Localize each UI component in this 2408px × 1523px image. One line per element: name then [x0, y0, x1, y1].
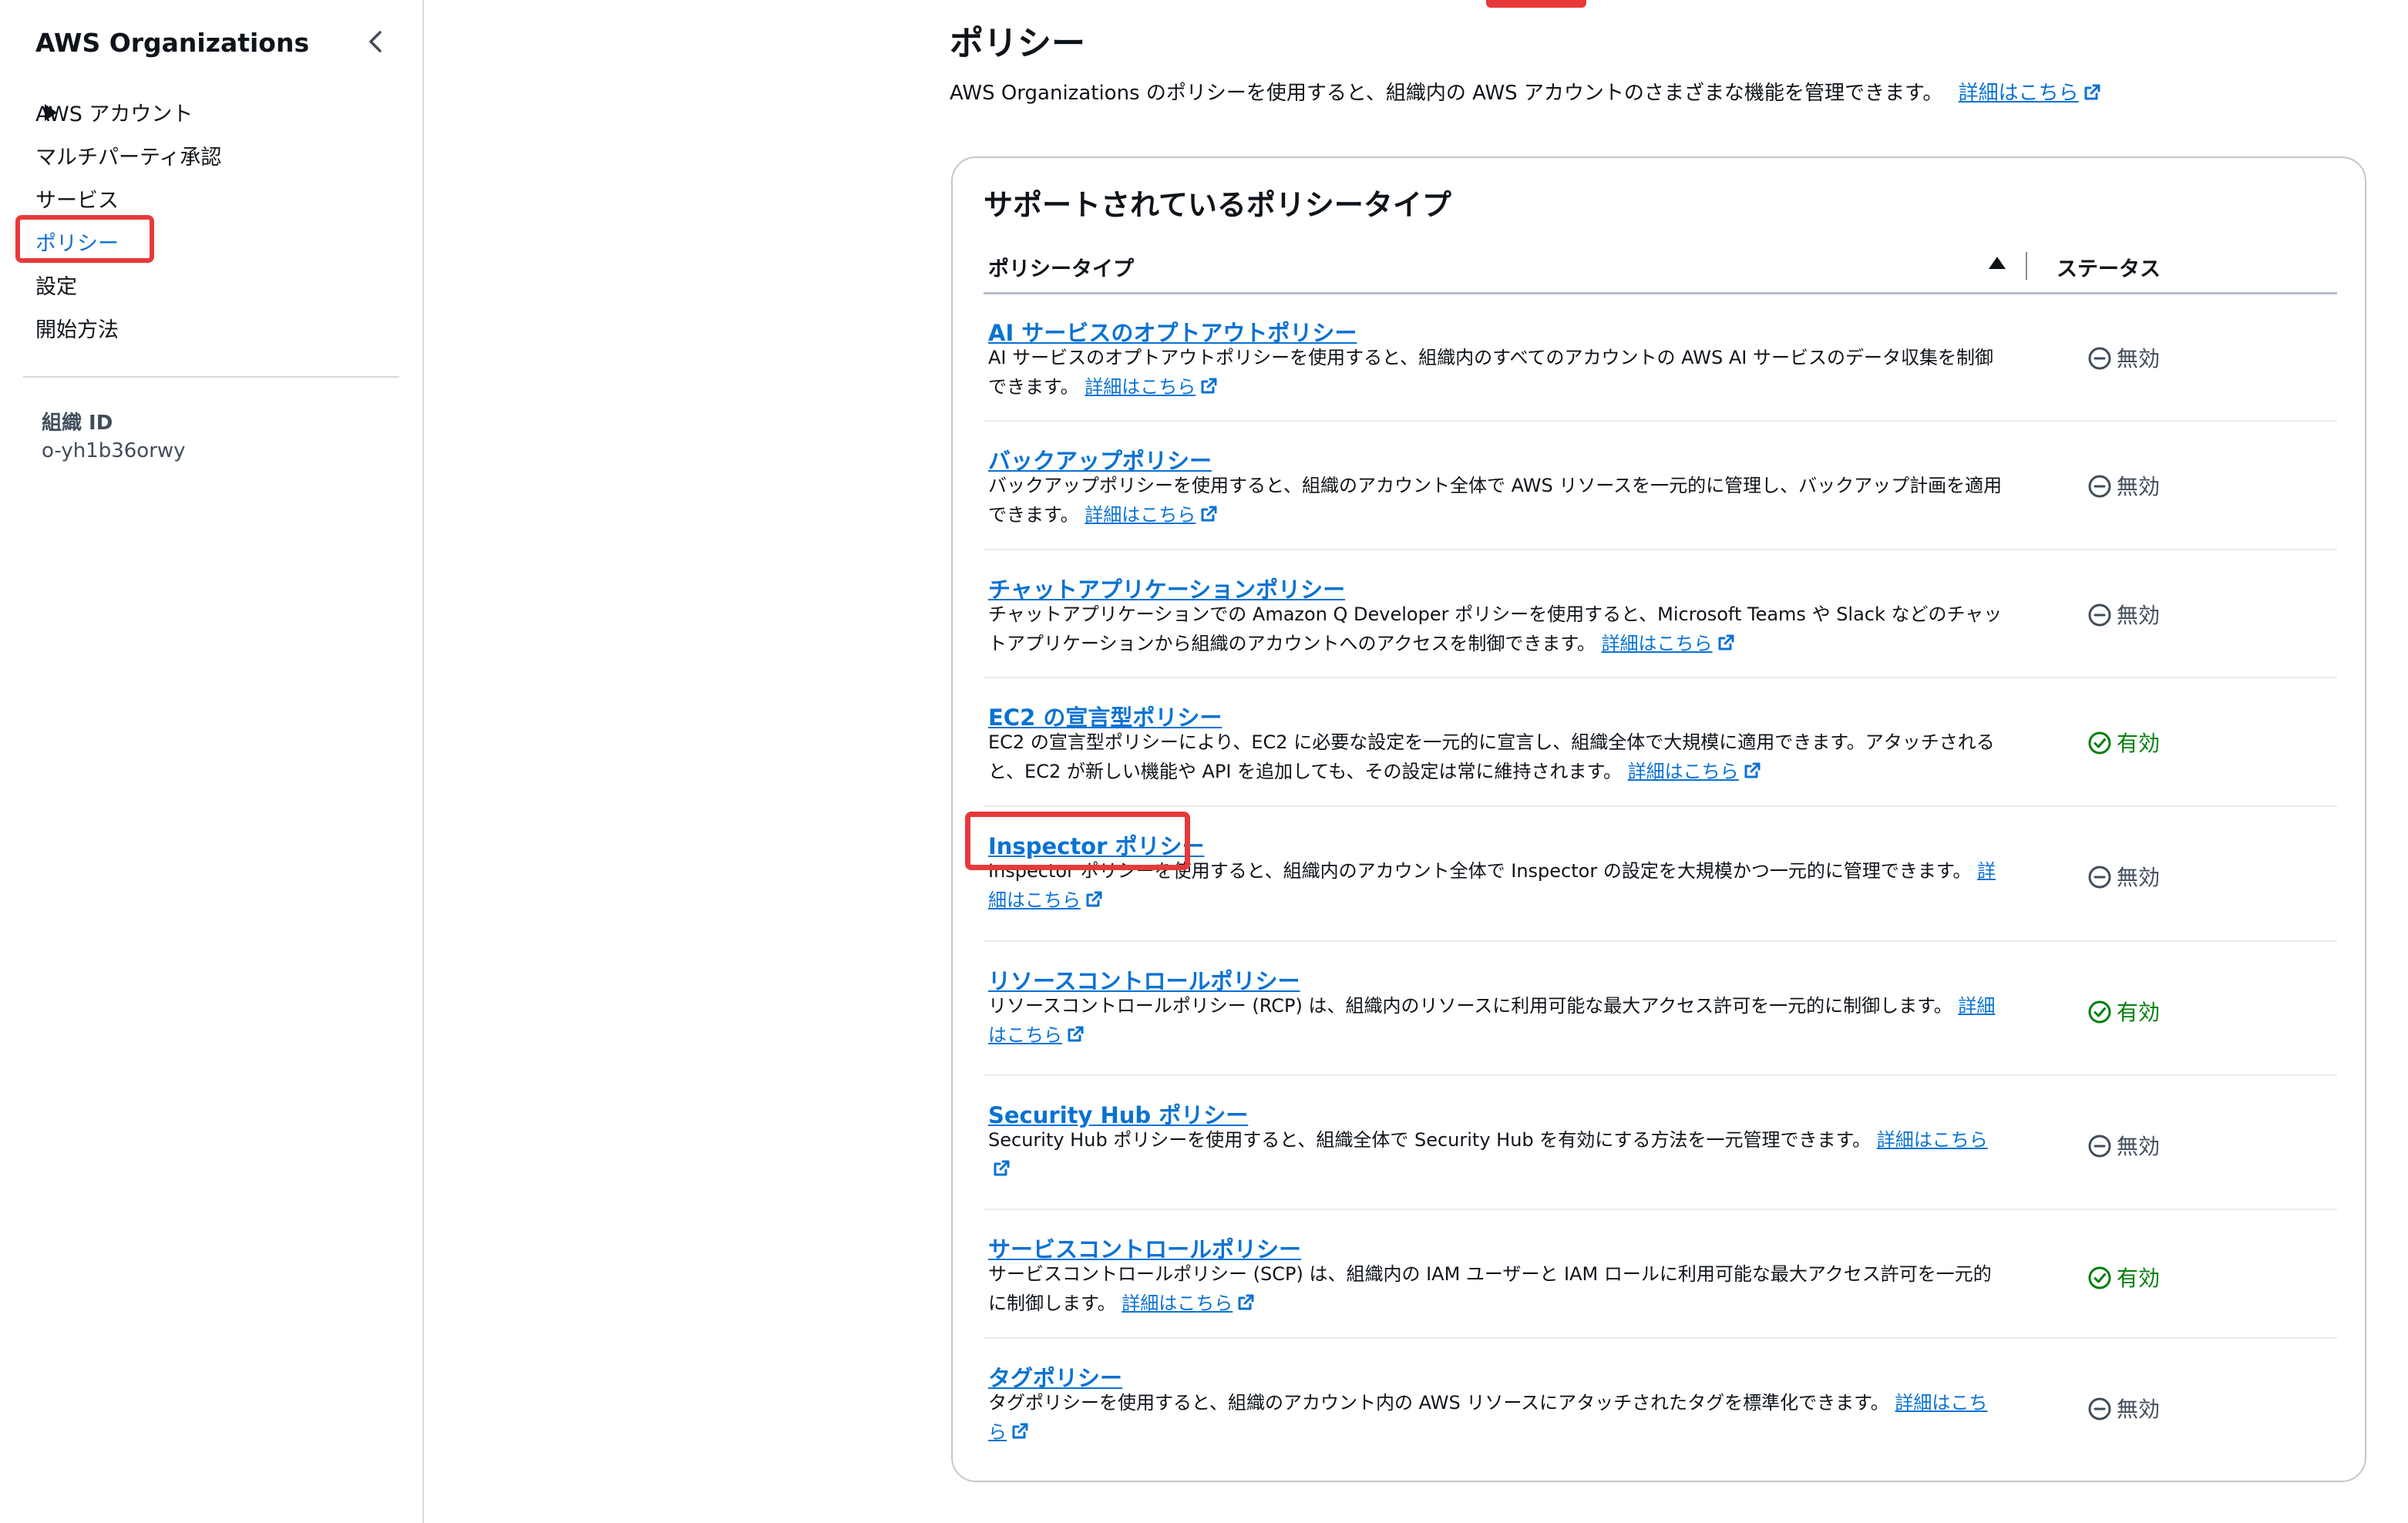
status-text: 無効: [2117, 1134, 2161, 1159]
learn-more-link[interactable]: 詳細はこちら: [1122, 1293, 1256, 1314]
status-indicator: 有効: [2087, 727, 2160, 758]
external-link-icon: [1012, 1423, 1028, 1439]
enabled-status-icon: [2088, 731, 2111, 755]
learn-more-link[interactable]: 詳細はこちら: [1085, 504, 1219, 526]
disabled-status-icon: [2088, 347, 2111, 370]
status-text: 無効: [2117, 346, 2161, 372]
status-indicator: 無効: [2087, 1130, 2160, 1161]
status-indicator: 無効: [2087, 470, 2160, 501]
policy-description: AI サービスのオプトアウトポリシーを使用すると、組織内のすべてのアカウントの …: [988, 343, 2006, 402]
external-link-icon: [1201, 506, 1217, 522]
link-text: 詳細はこちら: [1627, 761, 1739, 782]
external-link-icon: [1238, 1294, 1254, 1310]
learn-more-link[interactable]: 詳細はこちら: [1602, 633, 1736, 654]
disabled-status-icon: [2088, 866, 2111, 889]
column-separator: [2026, 252, 2027, 280]
disabled-status-icon: [2088, 475, 2111, 498]
enabled-status-icon: [2088, 1266, 2111, 1289]
sidebar-item-aws-accounts[interactable]: AWS アカウント: [35, 97, 193, 127]
status-text: 有効: [2117, 731, 2161, 756]
policy-description: バックアップポリシーを使用すると、組織のアカウント全体で AWS リソースを一元…: [988, 471, 2006, 530]
learn-more-link[interactable]: 詳細はこちら: [1959, 82, 2102, 105]
divider: [23, 376, 399, 378]
container-title: サポートされているポリシータイプ: [984, 188, 1451, 222]
sidebar-title[interactable]: AWS Organizations: [35, 28, 309, 58]
link-text: 詳細はこちら: [1122, 1293, 1233, 1314]
table-row: サービスコントロールポリシー サービスコントロールポリシー (SCP) は、組織内…: [984, 1210, 2337, 1339]
description-text: Security Hub ポリシーを使用すると、組織全体で Security H…: [988, 1129, 1872, 1151]
disabled-status-icon: [2088, 603, 2111, 627]
table-row: バックアップポリシー バックアップポリシーを使用すると、組織のアカウント全体で A…: [984, 422, 2337, 550]
description-text: タグポリシーを使用すると、組織のアカウント内の AWS リソースにアタッチされた…: [988, 1392, 1889, 1414]
external-link-icon: [1744, 762, 1761, 778]
policy-description: EC2 の宣言型ポリシーにより、EC2 に必要な設定を一元的に宣言し、組織全体で…: [988, 728, 2006, 786]
status-text: 有効: [2117, 1266, 2161, 1291]
external-link-icon: [1086, 891, 1102, 907]
table-row: Security Hub ポリシー Security Hub ポリシーを使用すると…: [984, 1076, 2337, 1210]
highlight-box: [1486, 0, 1586, 8]
external-link-icon: [994, 1160, 1010, 1176]
policy-description: チャットアプリケーションでの Amazon Q Developer ポリシーを使…: [988, 600, 2006, 658]
caret-right-icon[interactable]: [45, 104, 57, 121]
status-indicator: 無効: [2087, 861, 2160, 892]
description-text: リソースコントロールポリシー (RCP) は、組織内のリソースに利用可能な最大ア…: [988, 995, 1952, 1017]
status-indicator: 無効: [2087, 1393, 2160, 1424]
org-id-label: 組織 ID: [42, 412, 113, 435]
table-row: チャットアプリケーションポリシー チャットアプリケーションでの Amazon Q …: [984, 550, 2337, 678]
learn-more-link[interactable]: 詳細はこちら: [1628, 761, 1762, 782]
org-id-value: o-yh1b36orwy: [42, 439, 186, 462]
link-text: 詳細はこちら: [1601, 633, 1713, 654]
external-link-icon: [1201, 378, 1217, 394]
status-indicator: 無効: [2087, 599, 2160, 630]
link-text: 詳細はこちら: [1085, 504, 1196, 526]
highlight-box: [15, 215, 154, 263]
description-text: AWS Organizations のポリシーを使用すると、組織内の AWS ア…: [950, 82, 1943, 105]
link-text: 詳細はこちら: [1958, 82, 2079, 105]
highlight-box: [965, 812, 1190, 870]
enabled-status-icon: [2088, 1000, 2111, 1024]
external-link-icon: [1718, 634, 1734, 651]
page-title: ポリシー: [950, 24, 1085, 63]
table-row: タグポリシー タグポリシーを使用すると、組織のアカウント内の AWS リソースにア…: [984, 1339, 2337, 1467]
policy-description: Security Hub ポリシーを使用すると、組織全体で Security H…: [988, 1125, 2006, 1184]
external-link-icon: [1068, 1026, 1084, 1042]
status-indicator: 有効: [2087, 996, 2160, 1027]
link-text: 詳細はこちら: [1876, 1129, 1988, 1151]
disabled-status-icon: [2088, 1135, 2111, 1158]
sidebar-item-services[interactable]: サービス: [35, 183, 119, 213]
status-text: 有効: [2117, 1000, 2161, 1025]
sidebar-item-label: AWS アカウント: [35, 103, 193, 126]
policy-description: タグポリシーを使用すると、組織のアカウント内の AWS リソースにアタッチされた…: [988, 1388, 2006, 1447]
description-text: EC2 の宣言型ポリシーにより、EC2 に必要な設定を一元的に宣言し、組織全体で…: [988, 731, 1995, 782]
disabled-status-icon: [2088, 1397, 2111, 1420]
table-row: リソースコントロールポリシー リソースコントロールポリシー (RCP) は、組織内…: [984, 942, 2337, 1076]
link-text: 詳細はこちら: [1085, 376, 1196, 398]
side-navigation: AWS Organizations AWS アカウント マルチパーティ承認 サー…: [0, 0, 424, 1523]
learn-more-link[interactable]: 詳細はこちら: [1085, 376, 1219, 398]
status-text: 無効: [2117, 474, 2161, 499]
policy-description: サービスコントロールポリシー (SCP) は、組織内の IAM ユーザーと IA…: [988, 1259, 2006, 1318]
page-description: AWS Organizations のポリシーを使用すると、組織内の AWS ア…: [950, 77, 2102, 106]
sidebar-item-getting-started[interactable]: 開始方法: [35, 313, 119, 343]
column-header-policy-type[interactable]: ポリシータイプ: [988, 252, 1134, 282]
description-text: チャットアプリケーションでの Amazon Q Developer ポリシーを使…: [988, 603, 2003, 654]
status-indicator: 有効: [2087, 1262, 2160, 1293]
collapse-sidebar-icon[interactable]: [361, 26, 392, 57]
sort-ascending-icon[interactable]: [1989, 257, 2006, 269]
status-text: 無効: [2117, 1397, 2161, 1422]
status-text: 無効: [2117, 865, 2161, 890]
table-row: EC2 の宣言型ポリシー EC2 の宣言型ポリシーにより、EC2 に必要な設定を一…: [984, 678, 2337, 807]
status-text: 無効: [2117, 603, 2161, 628]
external-link-icon: [2084, 84, 2100, 100]
sidebar-item-multiparty-approval[interactable]: マルチパーティ承認: [35, 140, 221, 170]
policy-description: リソースコントロールポリシー (RCP) は、組織内のリソースに利用可能な最大ア…: [988, 991, 2006, 1050]
status-indicator: 無効: [2087, 342, 2160, 373]
sidebar-item-settings[interactable]: 設定: [35, 270, 77, 300]
column-header-status: ステータス: [2057, 257, 2161, 281]
table-row: AI サービスのオプトアウトポリシー AI サービスのオプトアウトポリシーを使用す…: [984, 294, 2337, 422]
